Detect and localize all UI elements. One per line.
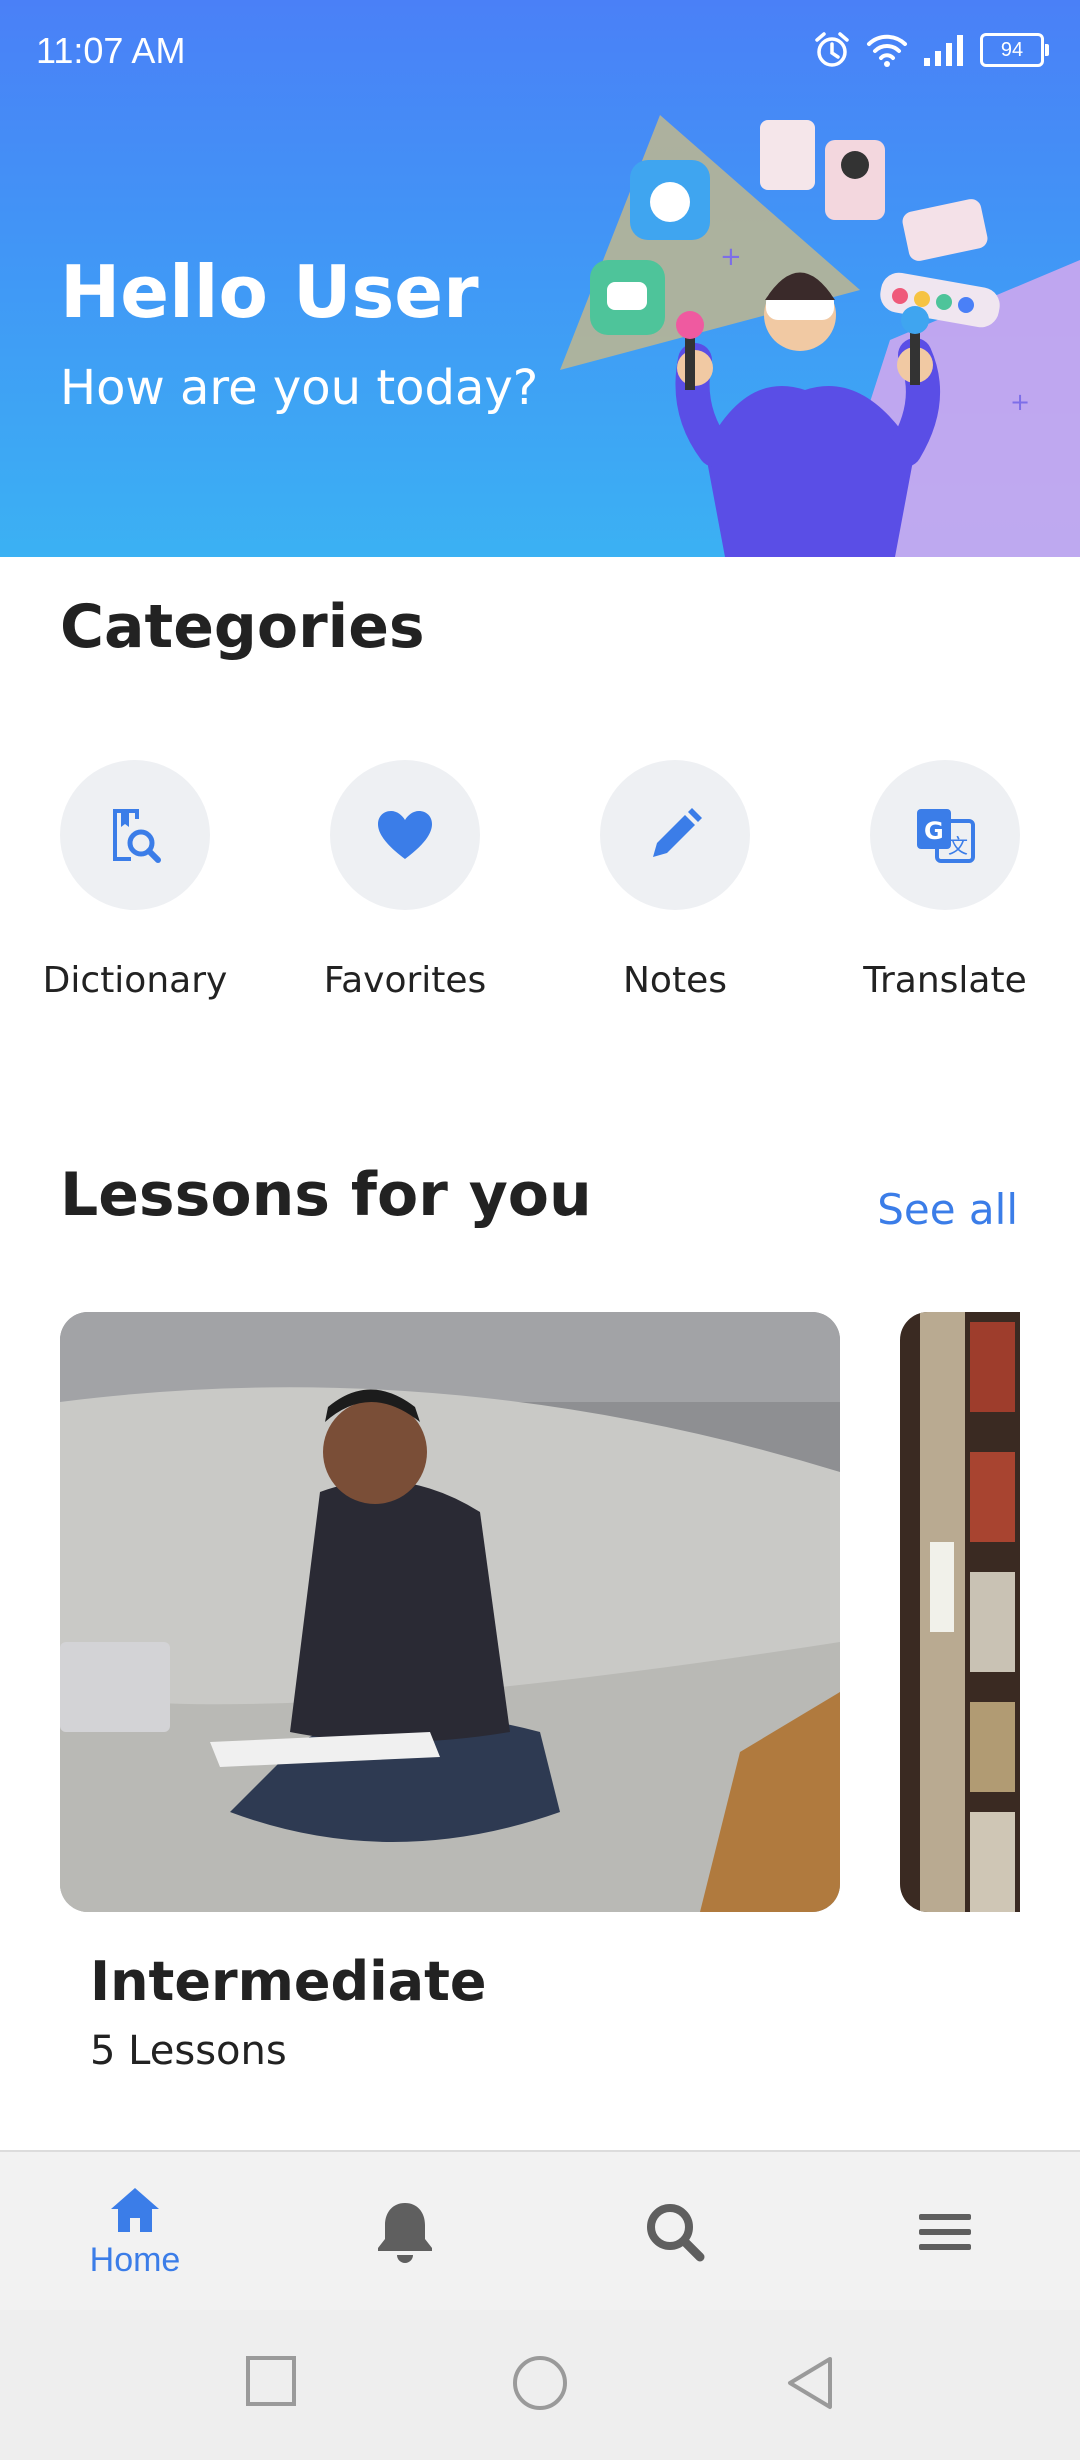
system-navigation-bar [0,2310,1080,2460]
nav-search[interactable] [540,2152,810,2312]
alarm-icon [815,32,849,67]
lesson-photo [60,1312,840,1912]
category-label: Translate [863,960,1027,1001]
dictionary-search-icon [113,809,161,863]
svg-text:G: G [924,817,944,845]
see-all-link[interactable]: See all [877,1185,1018,1234]
svg-text:文: 文 [948,834,968,858]
search-icon [647,2204,705,2262]
lesson-photo-next [900,1312,1020,1912]
category-notes[interactable]: Notes [555,760,795,1001]
status-time: 11:07 AM [36,30,186,71]
greeting-title: Hello User [60,250,479,334]
nav-home[interactable]: Home [0,2152,270,2312]
status-bar: 11:07 AM 94 [0,0,1080,110]
nav-menu[interactable] [810,2152,1080,2312]
category-label: Dictionary [42,960,228,1001]
nav-notifications[interactable] [270,2152,540,2312]
battery-icon: 94 [980,33,1049,67]
home-icon [111,2187,159,2232]
translate-icon: G 文 [917,809,975,863]
lesson-card-image[interactable] [60,1312,840,1912]
header-banner: 11:07 AM 94 Hello User How are you today… [0,0,1080,557]
signal-icon [924,35,963,66]
lesson-card-next-image[interactable] [900,1312,1020,1912]
hero-illustration: + + [560,115,1080,557]
category-dictionary[interactable]: Dictionary [15,760,255,1001]
category-favorites[interactable]: Favorites [285,760,525,1001]
pencil-icon [653,808,702,857]
bell-icon [378,2203,432,2263]
category-translate[interactable]: G 文 Translate [825,760,1065,1001]
category-label: Notes [623,960,727,1001]
svg-text:+: + [1010,388,1030,416]
lesson-card-title: Intermediate [90,1950,487,2013]
wifi-icon [867,34,907,67]
back-icon[interactable] [784,2355,836,2411]
heart-icon [378,811,432,859]
menu-icon [919,2214,971,2250]
recent-apps-icon[interactable] [245,2355,297,2407]
nav-home-label: Home [89,2240,181,2279]
svg-text:+: + [720,242,742,272]
lessons-title: Lessons for you [60,1160,592,1230]
lesson-card-count: 5 Lessons [90,2028,287,2074]
home-circle-icon[interactable] [512,2355,568,2411]
greeting-subtitle: How are you today? [60,360,539,416]
categories-title: Categories [60,592,425,662]
bottom-navigation: Home [0,2150,1080,2312]
category-label: Favorites [323,960,487,1001]
